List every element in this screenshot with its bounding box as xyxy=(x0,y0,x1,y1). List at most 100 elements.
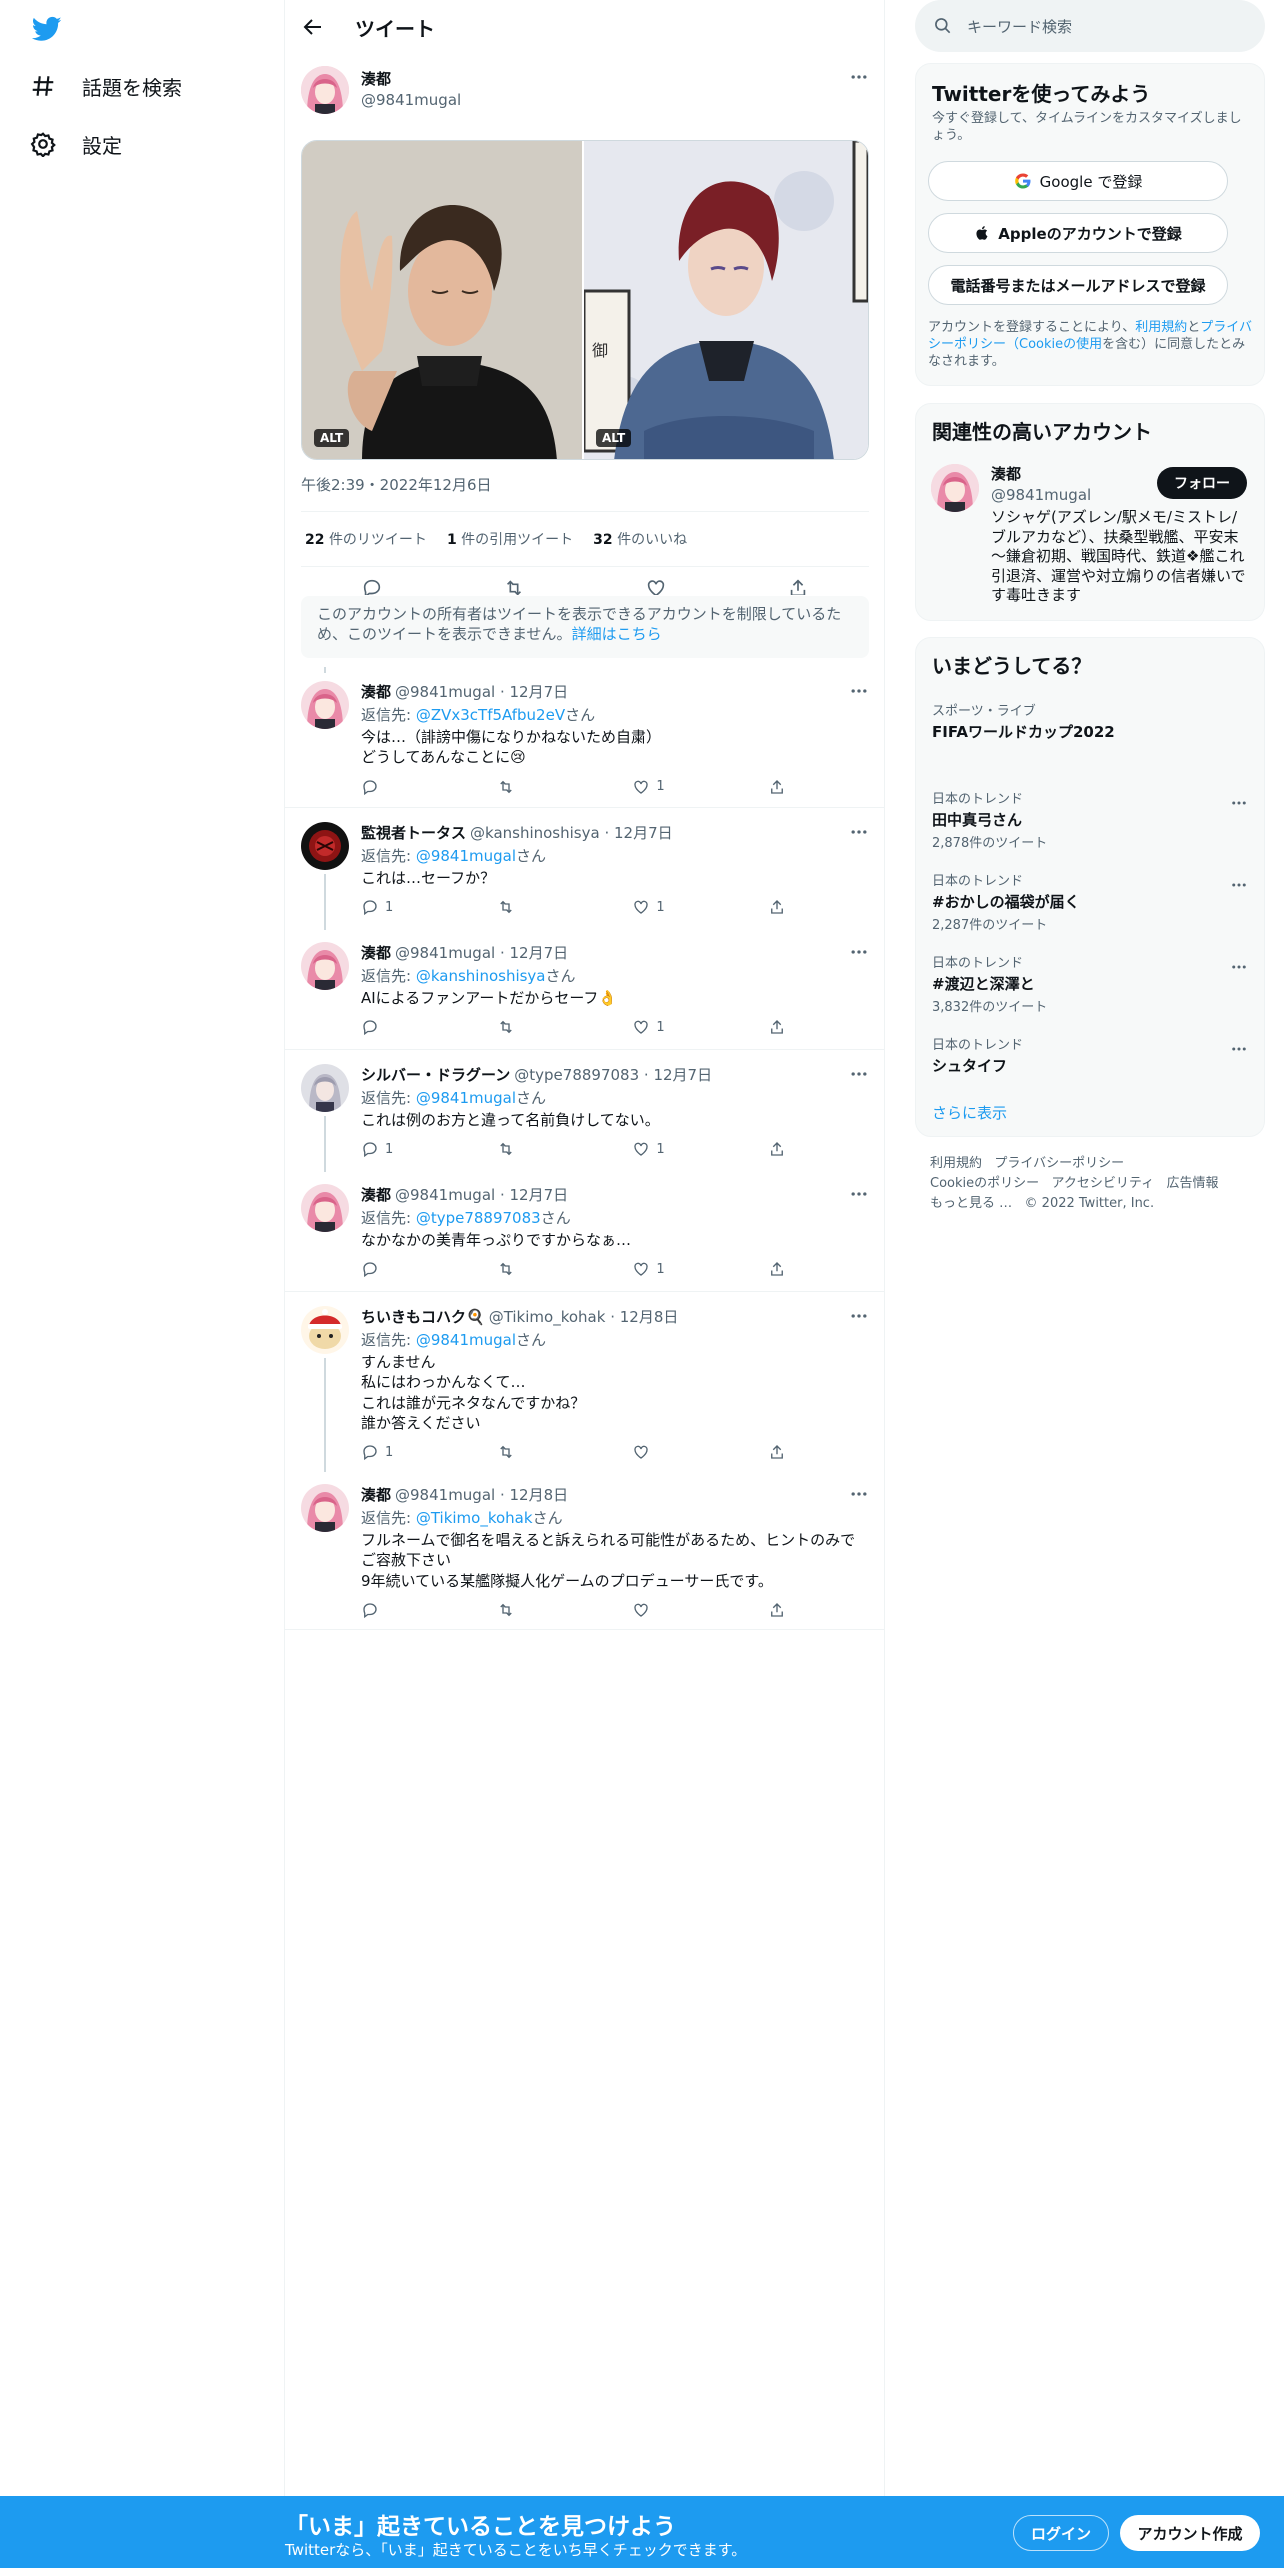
reply-button[interactable]: 1 xyxy=(361,898,466,916)
trend-item[interactable]: 日本のトレンド #渡辺と深澤と 3,832件のツイート xyxy=(932,952,1248,1015)
avatar[interactable] xyxy=(301,66,349,114)
reply-author-handle[interactable]: @9841mugal xyxy=(395,1486,495,1504)
reply-tweet[interactable]: 監視者トータス @kanshinoshisya · 12月7日 返信先: @984… xyxy=(285,808,885,930)
reply-to-link[interactable]: @Tikimo_kohak xyxy=(416,1509,533,1527)
reply-author-name[interactable]: ちいきもコハク🍳 xyxy=(361,1308,485,1326)
reply-tweet[interactable]: シルバー・ドラグーン @type78897083 · 12月7日 返信先: @98… xyxy=(285,1050,885,1172)
author-name[interactable]: 湊都 xyxy=(361,68,461,89)
trend-item[interactable]: 日本のトレンド シュタイフ xyxy=(932,1034,1248,1076)
retweet-button[interactable] xyxy=(497,1443,602,1461)
reply-button[interactable] xyxy=(361,1260,466,1278)
more-options-icon[interactable] xyxy=(1230,1040,1248,1058)
more-options-icon[interactable] xyxy=(1230,876,1248,894)
reply-button[interactable] xyxy=(361,1601,466,1619)
reply-author-handle[interactable]: @9841mugal xyxy=(395,1186,495,1204)
tweet-timestamp[interactable]: 午後2:39・2022年12月6日 xyxy=(301,474,492,495)
twitter-logo-icon[interactable] xyxy=(32,14,62,44)
reply-author-handle[interactable]: @Tikimo_kohak xyxy=(489,1308,606,1326)
footer-cookie-link[interactable]: Cookieのポリシー xyxy=(930,1176,1039,1191)
reply-to-link[interactable]: @type78897083 xyxy=(416,1209,541,1227)
like-button[interactable]: 1 xyxy=(632,898,737,916)
avatar[interactable] xyxy=(301,681,349,729)
reply-author-handle[interactable]: @9841mugal xyxy=(395,944,495,962)
reply-icon[interactable] xyxy=(361,577,383,595)
footer-ads-link[interactable]: 広告情報 xyxy=(1167,1176,1219,1191)
share-button[interactable] xyxy=(768,898,786,916)
footer-terms-link[interactable]: 利用規約 xyxy=(930,1156,982,1171)
retweet-button[interactable] xyxy=(497,1018,602,1036)
more-options-icon[interactable] xyxy=(1230,794,1248,812)
like-button[interactable]: 1 xyxy=(632,1140,737,1158)
share-button[interactable] xyxy=(768,1601,786,1619)
like-icon[interactable] xyxy=(645,577,667,595)
nav-settings[interactable]: 設定 xyxy=(30,120,122,168)
share-button[interactable] xyxy=(768,778,786,796)
retweet-icon[interactable] xyxy=(503,577,525,595)
avatar[interactable] xyxy=(301,1184,349,1232)
reply-tweet[interactable]: 湊都 @9841mugal · 12月7日 返信先: @type78897083さ… xyxy=(285,1170,885,1292)
learn-more-link[interactable]: 詳細はこちら xyxy=(572,625,662,643)
like-button[interactable]: 1 xyxy=(632,1018,737,1036)
reply-author-name[interactable]: 湊都 xyxy=(361,683,391,701)
trend-item[interactable]: スポーツ・ライブ FIFAワールドカップ2022 xyxy=(932,700,1248,742)
reply-date[interactable]: 12月8日 xyxy=(620,1308,679,1326)
reply-author-handle[interactable]: @type78897083 xyxy=(514,1066,639,1084)
alt-badge[interactable]: ALT xyxy=(596,429,632,447)
like-button[interactable]: 1 xyxy=(632,1260,737,1278)
reply-button[interactable] xyxy=(361,1018,466,1036)
search-box[interactable]: キーワード検索 xyxy=(915,0,1265,52)
like-button[interactable]: 1 xyxy=(632,778,737,796)
retweet-button[interactable] xyxy=(497,898,602,916)
avatar[interactable] xyxy=(931,464,979,512)
share-button[interactable] xyxy=(768,1018,786,1036)
avatar[interactable] xyxy=(301,822,349,870)
login-button[interactable]: ログイン xyxy=(1013,2515,1109,2551)
alt-badge[interactable]: ALT xyxy=(314,429,350,447)
relevant-name[interactable]: 湊都 xyxy=(991,463,1091,484)
retweet-button[interactable] xyxy=(497,778,602,796)
like-button[interactable] xyxy=(632,1601,737,1619)
reply-author-name[interactable]: 湊都 xyxy=(361,1186,391,1204)
search-input[interactable]: キーワード検索 xyxy=(967,16,1072,37)
show-more-link[interactable]: さらに表示 xyxy=(932,1102,1007,1123)
reply-author-name[interactable]: 監視者トータス xyxy=(361,824,466,842)
reply-tweet[interactable]: 湊都 @9841mugal · 12月8日 返信先: @Tikimo_kohakさ… xyxy=(285,1470,885,1630)
terms-link[interactable]: 利用規約 xyxy=(1135,320,1187,335)
reply-tweet[interactable]: 湊都 @9841mugal · 12月7日 返信先: @ZVx3cTf5Afbu2… xyxy=(285,667,885,808)
reply-author-name[interactable]: シルバー・ドラグーン xyxy=(361,1066,510,1084)
trend-item[interactable]: 日本のトレンド #おかしの福袋が届く 2,287件のツイート xyxy=(932,870,1248,933)
retweet-stat[interactable]: 22 件のリツイート xyxy=(305,529,427,549)
reply-button[interactable]: 1 xyxy=(361,1140,466,1158)
reply-date[interactable]: 12月7日 xyxy=(510,944,569,962)
like-button[interactable] xyxy=(632,1443,737,1461)
reply-date[interactable]: 12月7日 xyxy=(614,824,673,842)
reply-to-link[interactable]: @9841mugal xyxy=(416,1089,516,1107)
avatar[interactable] xyxy=(301,1484,349,1532)
share-button[interactable] xyxy=(768,1260,786,1278)
avatar[interactable] xyxy=(301,1064,349,1112)
avatar[interactable] xyxy=(301,1306,349,1354)
footer-privacy-link[interactable]: プライバシーポリシー xyxy=(994,1156,1124,1171)
reply-to-link[interactable]: @ZVx3cTf5Afbu2eV xyxy=(416,706,565,724)
follow-button[interactable]: フォロー xyxy=(1157,467,1247,499)
nav-explore[interactable]: 話題を検索 xyxy=(30,62,182,110)
reply-author-handle[interactable]: @9841mugal xyxy=(395,683,495,701)
reply-author-handle[interactable]: @kanshinoshisya xyxy=(470,824,600,842)
share-button[interactable] xyxy=(768,1443,786,1461)
phone-signup-button[interactable]: 電話番号またはメールアドレスで登録 xyxy=(928,265,1228,305)
reply-date[interactable]: 12月7日 xyxy=(510,1186,569,1204)
signup-button[interactable]: アカウント作成 xyxy=(1120,2515,1260,2551)
retweet-button[interactable] xyxy=(497,1601,602,1619)
avatar[interactable] xyxy=(301,942,349,990)
author-handle[interactable]: @9841mugal xyxy=(361,91,461,109)
reply-button[interactable] xyxy=(361,778,466,796)
reply-to-link[interactable]: @9841mugal xyxy=(416,1331,516,1349)
reply-date[interactable]: 12月7日 xyxy=(653,1066,712,1084)
share-icon[interactable] xyxy=(787,577,809,595)
reply-button[interactable]: 1 xyxy=(361,1443,466,1461)
back-arrow-icon[interactable] xyxy=(301,15,325,39)
reply-tweet[interactable]: ちいきもコハク🍳 @Tikimo_kohak · 12月8日 返信先: @9841… xyxy=(285,1292,885,1472)
tweet-image-1[interactable]: ALT xyxy=(302,141,584,459)
footer-accessibility-link[interactable]: アクセシビリティ xyxy=(1052,1176,1155,1191)
more-options-icon[interactable] xyxy=(1230,958,1248,976)
